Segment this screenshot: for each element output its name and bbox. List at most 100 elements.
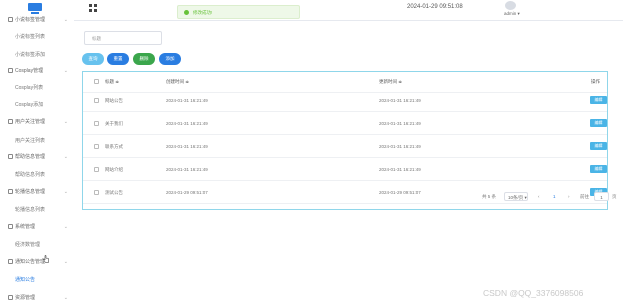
delete-button[interactable]: 删除 (133, 53, 155, 65)
goto-label: 前往 (580, 194, 589, 199)
sidebar-group[interactable]: 系统管理 ⌄ (0, 220, 74, 235)
row-updated: 2024-01-31 16:21:49 (379, 144, 421, 149)
page-suffix: 页 (612, 194, 617, 199)
current-page[interactable]: 1 (553, 194, 556, 199)
check-circle-icon (184, 10, 189, 16)
row-title: 关于我们 (105, 121, 123, 126)
next-page[interactable]: › (568, 194, 570, 199)
sidebar-item[interactable]: 经济数管理 (0, 238, 74, 253)
success-toast: 修改成功! (177, 5, 300, 19)
sidebar-group[interactable]: 资源管理 ⌄ (0, 291, 74, 306)
sidebar-item-label: 轮播信息管理 (15, 189, 46, 195)
chevron-down-icon: ⌄ (63, 119, 68, 125)
row-created: 2024-01-31 16:21:49 (166, 121, 208, 126)
sidebar-group[interactable]: 帮助信息管理 ⌄ (0, 150, 74, 165)
menu-group-icon (8, 17, 13, 23)
sidebar-item-label: Cosplay列表 (15, 85, 44, 91)
row-checkbox[interactable] (94, 190, 99, 195)
sidebar-item-label: 帮助信息列表 (15, 172, 46, 178)
sidebar-item-label: 小说标签管理 (15, 17, 46, 23)
chevron-down-icon: ⌄ (63, 154, 68, 160)
menu-group-icon (8, 154, 13, 160)
sidebar-group[interactable]: 小说标签管理 ⌄ (0, 13, 74, 28)
table-row: 网站介绍 2024-01-31 16:21:49 2024-01-31 16:21:… (83, 160, 607, 181)
header-created[interactable]: 创建时间 ≑ (166, 72, 189, 92)
edit-button[interactable]: 编辑 (590, 96, 607, 104)
sidebar-item-label: 小说标签列表 (15, 34, 46, 40)
select-all-checkbox[interactable] (94, 79, 99, 84)
header-title[interactable]: 标题 ≑ (105, 72, 119, 92)
title-search-input[interactable]: 标题 (84, 31, 162, 45)
row-checkbox[interactable] (94, 144, 99, 149)
goto-input[interactable]: 1 (594, 192, 609, 201)
chevron-down-icon: ⌄ (63, 17, 68, 23)
row-title: 测试公告 (105, 190, 123, 195)
row-title: 网站介绍 (105, 167, 123, 172)
table-header: 标题 ≑ 创建时间 ≑ 更新时间 ≑ 操作 (83, 72, 607, 93)
sidebar-group[interactable]: Cosplay管理 ⌄ (0, 64, 74, 79)
sidebar-item[interactable]: 小说标签添加 (0, 48, 74, 63)
sidebar-item-label: 资源管理 (15, 295, 36, 301)
sidebar-group[interactable]: 用户关注管理 ⌄ (0, 115, 74, 130)
row-created: 2024-01-29 09:51:07 (166, 190, 208, 195)
sidebar-item[interactable]: 小说标签列表 (0, 30, 74, 45)
menu-group-icon (8, 68, 13, 74)
watermark: CSDN @QQ_3376098506 (483, 288, 584, 298)
header-actions: 操作 (591, 79, 600, 84)
table-row: 联系方式 2024-01-31 16:21:49 2024-01-31 16:21:… (83, 137, 607, 158)
query-button[interactable]: 查询 (82, 53, 104, 65)
monitor-logo-icon (28, 3, 42, 14)
table-row: 关于我们 2024-01-31 16:21:49 2024-01-31 16:21:… (83, 114, 607, 135)
hand-cursor-icon (43, 255, 49, 263)
row-created: 2024-01-31 16:21:49 (166, 167, 208, 172)
page-size-select[interactable]: 10条/页 ▾ (504, 192, 528, 201)
table-row: 测试公告 2024-01-29 09:51:07 2024-01-29 09:51:… (83, 183, 607, 204)
row-updated: 2024-01-31 16:21:49 (379, 167, 421, 172)
sidebar-item-label: 轮播信息列表 (15, 207, 46, 213)
avatar[interactable] (505, 1, 516, 10)
menu-group-icon (8, 295, 13, 301)
add-button[interactable]: 添加 (159, 53, 181, 65)
sidebar-item-label: 小说标签添加 (15, 52, 46, 58)
sidebar-item-label: 系统管理 (15, 224, 36, 230)
sidebar-item[interactable]: 用户关注列表 (0, 134, 74, 149)
reset-button[interactable]: 重置 (107, 53, 129, 65)
sidebar-item[interactable]: Cosplay添加 (0, 98, 74, 113)
row-checkbox[interactable] (94, 98, 99, 103)
row-updated: 2024-01-31 16:21:49 (379, 121, 421, 126)
sidebar-item[interactable]: 通知公告 (0, 273, 74, 288)
row-title: 联系方式 (105, 144, 123, 149)
sidebar-item[interactable]: 轮播信息列表 (0, 203, 74, 218)
chevron-down-icon: ⌄ (63, 224, 68, 230)
prev-page[interactable]: ‹ (538, 194, 540, 199)
sidebar-item-label: 用户关注列表 (15, 138, 46, 144)
datetime: 2024-01-29 09:51:08 (407, 4, 463, 10)
sidebar-group[interactable]: 轮播信息管理 ⌄ (0, 185, 74, 200)
user-menu[interactable]: admin ▾ (504, 11, 520, 17)
grid-icon[interactable] (89, 4, 97, 12)
header-updated[interactable]: 更新时间 ≑ (379, 72, 402, 92)
row-created: 2024-01-31 16:21:49 (166, 144, 208, 149)
sidebar-group[interactable]: 通知公告管理 ⌄ (0, 255, 74, 270)
topbar (74, 0, 623, 21)
chevron-down-icon: ⌄ (63, 295, 68, 301)
chevron-down-icon: ⌄ (63, 259, 68, 265)
edit-button[interactable]: 编辑 (590, 165, 607, 173)
edit-button[interactable]: 编辑 (590, 119, 607, 127)
menu-group-icon (8, 119, 13, 125)
row-updated: 2024-01-31 16:21:49 (379, 98, 421, 103)
row-checkbox[interactable] (94, 167, 99, 172)
notice-table: 标题 ≑ 创建时间 ≑ 更新时间 ≑ 操作 网站公告 2024-01-31 16:… (82, 71, 608, 210)
pager-total: 共 5 条 (482, 194, 497, 199)
sidebar-item[interactable]: Cosplay列表 (0, 81, 74, 96)
row-checkbox[interactable] (94, 121, 99, 126)
main-content: 标题 查询 重置 删除 添加 标题 ≑ 创建时间 ≑ 更新时间 ≑ 操作 网站公告 20… (74, 21, 623, 306)
menu-group-icon (8, 259, 13, 265)
sidebar-item-label: Cosplay添加 (15, 102, 44, 108)
row-title: 网站公告 (105, 98, 123, 103)
sidebar-item[interactable]: 帮助信息列表 (0, 168, 74, 183)
sidebar: 小说标签管理 ⌄ 小说标签列表 小说标签添加 Cosplay管理 ⌄ Cosplay列表 Co… (0, 0, 75, 306)
edit-button[interactable]: 编辑 (590, 142, 607, 150)
menu-group-icon (8, 189, 13, 195)
row-updated: 2024-01-29 09:51:07 (379, 190, 421, 195)
